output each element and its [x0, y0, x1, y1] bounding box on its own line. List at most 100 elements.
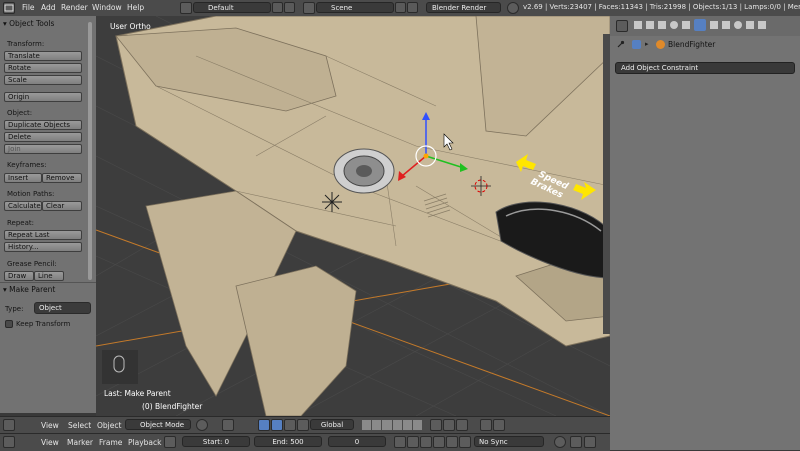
join-button[interactable]: Join	[4, 144, 82, 154]
tool-shelf-scrollbar[interactable]	[88, 22, 92, 280]
scale-button[interactable]: Scale	[4, 75, 82, 85]
layers-tab-icon[interactable]	[646, 21, 654, 29]
remove-scene-icon[interactable]	[407, 2, 418, 13]
history-button[interactable]: History...	[4, 242, 82, 252]
jump-keyframe-back-icon[interactable]	[407, 436, 419, 448]
menu-help[interactable]: Help	[127, 3, 144, 12]
scale-manipulator-icon[interactable]	[297, 419, 309, 431]
screen-layout-field[interactable]: Default	[193, 2, 271, 13]
duplicate-objects-button[interactable]: Duplicate Objects	[4, 120, 82, 130]
translate-manipulator-icon[interactable]	[271, 419, 283, 431]
start-frame-field[interactable]: Start: 0	[182, 436, 250, 447]
keep-transform-checkbox[interactable]	[5, 320, 13, 328]
opengl-render-icon[interactable]	[480, 419, 492, 431]
timeline-menu-frame[interactable]: Frame	[99, 438, 122, 447]
sync-mode-value: No Sync	[479, 438, 508, 446]
editor-type-icon[interactable]	[3, 2, 15, 14]
object-tools-header[interactable]: ▾ Object Tools	[3, 19, 54, 28]
remove-keyframe-button[interactable]: Remove	[42, 173, 82, 183]
properties-editor-type-icon[interactable]	[616, 20, 628, 32]
make-parent-title: Make Parent	[9, 285, 56, 294]
viewport-scroll-strip[interactable]	[603, 34, 610, 334]
info-header: File Add Render Window Help Default Scen…	[0, 0, 800, 17]
data-tab-icon[interactable]	[722, 21, 730, 29]
record-icon[interactable]	[554, 436, 566, 448]
3d-viewport[interactable]: Speed Brakes User Ortho Last: Make Paren…	[96, 16, 610, 416]
pin-icon[interactable]	[616, 40, 625, 49]
view3d-editor-type-icon[interactable]	[3, 419, 15, 431]
insert-keyframe-button[interactable]: Insert	[4, 173, 42, 183]
menu-add[interactable]: Add	[41, 3, 56, 12]
opengl-animation-icon[interactable]	[493, 419, 505, 431]
particles-tab-icon[interactable]	[758, 21, 766, 29]
start-frame-value: Start: 0	[202, 438, 230, 446]
scene-icon[interactable]	[303, 2, 315, 14]
world-tab-icon[interactable]	[670, 21, 678, 29]
view3d-menu-select[interactable]: Select	[68, 421, 91, 430]
screen-layout-icon[interactable]	[180, 2, 192, 14]
timeline-menu-playback[interactable]: Playback	[128, 438, 161, 447]
scene-field[interactable]: Scene	[316, 2, 394, 13]
view-name-label: User Ortho	[110, 22, 151, 31]
jump-start-icon[interactable]	[394, 436, 406, 448]
pivot-point-icon[interactable]	[222, 419, 234, 431]
menu-window[interactable]: Window	[92, 3, 122, 12]
current-frame-value: 0	[354, 438, 360, 446]
properties-object-name: BlendFighter	[668, 40, 716, 49]
keyframes-label: Keyframes:	[7, 161, 47, 169]
menu-file[interactable]: File	[22, 3, 35, 12]
transform-orientation-value: Global	[320, 421, 344, 429]
view3d-menu-view[interactable]: View	[41, 421, 59, 430]
add-scene-button[interactable]	[395, 2, 406, 13]
material-tab-icon[interactable]	[734, 21, 742, 29]
current-frame-field[interactable]: 0	[328, 436, 386, 447]
layer-buttons[interactable]	[362, 420, 423, 430]
lock-camera-icon[interactable]	[430, 419, 442, 431]
texture-tab-icon[interactable]	[746, 21, 754, 29]
sync-mode-select[interactable]: No Sync	[474, 436, 544, 447]
keying-set-icon[interactable]	[570, 436, 582, 448]
end-frame-field[interactable]: End: 500	[254, 436, 322, 447]
timeline-editor-type-icon[interactable]	[3, 436, 15, 448]
type-label: Type:	[5, 305, 24, 313]
viewport-shading-icon[interactable]	[196, 419, 208, 431]
rotate-manipulator-icon[interactable]	[284, 419, 296, 431]
scene-tab-icon[interactable]	[658, 21, 666, 29]
object-tab-icon[interactable]	[682, 21, 690, 29]
render-engine-select[interactable]: Blender Render	[426, 2, 501, 13]
clear-button[interactable]: Clear	[42, 201, 82, 211]
snap-element-icon[interactable]	[456, 419, 468, 431]
play-reverse-icon[interactable]	[420, 436, 432, 448]
add-object-constraint-select[interactable]: Add Object Constraint	[615, 62, 795, 74]
end-frame-value: End: 500	[272, 438, 304, 446]
insert-keyframe-icon[interactable]	[584, 436, 596, 448]
interaction-mode-select[interactable]: Object Mode	[125, 419, 191, 430]
modifiers-tab-icon[interactable]	[710, 21, 718, 29]
make-parent-header[interactable]: ▾ Make Parent	[3, 285, 55, 294]
snap-toggle-icon[interactable]	[443, 419, 455, 431]
mouse-hint-box	[102, 350, 138, 384]
draw-button[interactable]: Draw	[4, 271, 34, 281]
calculate-button[interactable]: Calculate	[4, 201, 42, 211]
render-tab-icon[interactable]	[634, 21, 642, 29]
line-button[interactable]: Line	[34, 271, 64, 281]
add-layout-button[interactable]	[272, 2, 283, 13]
timeline-menu-view[interactable]: View	[41, 438, 59, 447]
constraints-tab-icon[interactable]	[694, 19, 706, 31]
type-select[interactable]: Object	[34, 302, 91, 314]
jump-end-icon[interactable]	[459, 436, 471, 448]
menu-render[interactable]: Render	[61, 3, 88, 12]
repeat-last-button[interactable]: Repeat Last	[4, 230, 82, 240]
play-icon[interactable]	[433, 436, 445, 448]
view3d-menu-object[interactable]: Object	[97, 421, 121, 430]
preview-range-icon[interactable]	[164, 436, 176, 448]
timeline-menu-marker[interactable]: Marker	[67, 438, 93, 447]
remove-layout-icon[interactable]	[284, 2, 295, 13]
transform-orientation-select[interactable]: Global	[310, 419, 354, 430]
manipulator-toggle-icon[interactable]	[258, 419, 270, 431]
translate-button[interactable]: Translate	[4, 51, 82, 61]
delete-button[interactable]: Delete	[4, 132, 82, 142]
rotate-button[interactable]: Rotate	[4, 63, 82, 73]
jump-keyframe-forward-icon[interactable]	[446, 436, 458, 448]
origin-button[interactable]: Origin	[4, 92, 82, 102]
